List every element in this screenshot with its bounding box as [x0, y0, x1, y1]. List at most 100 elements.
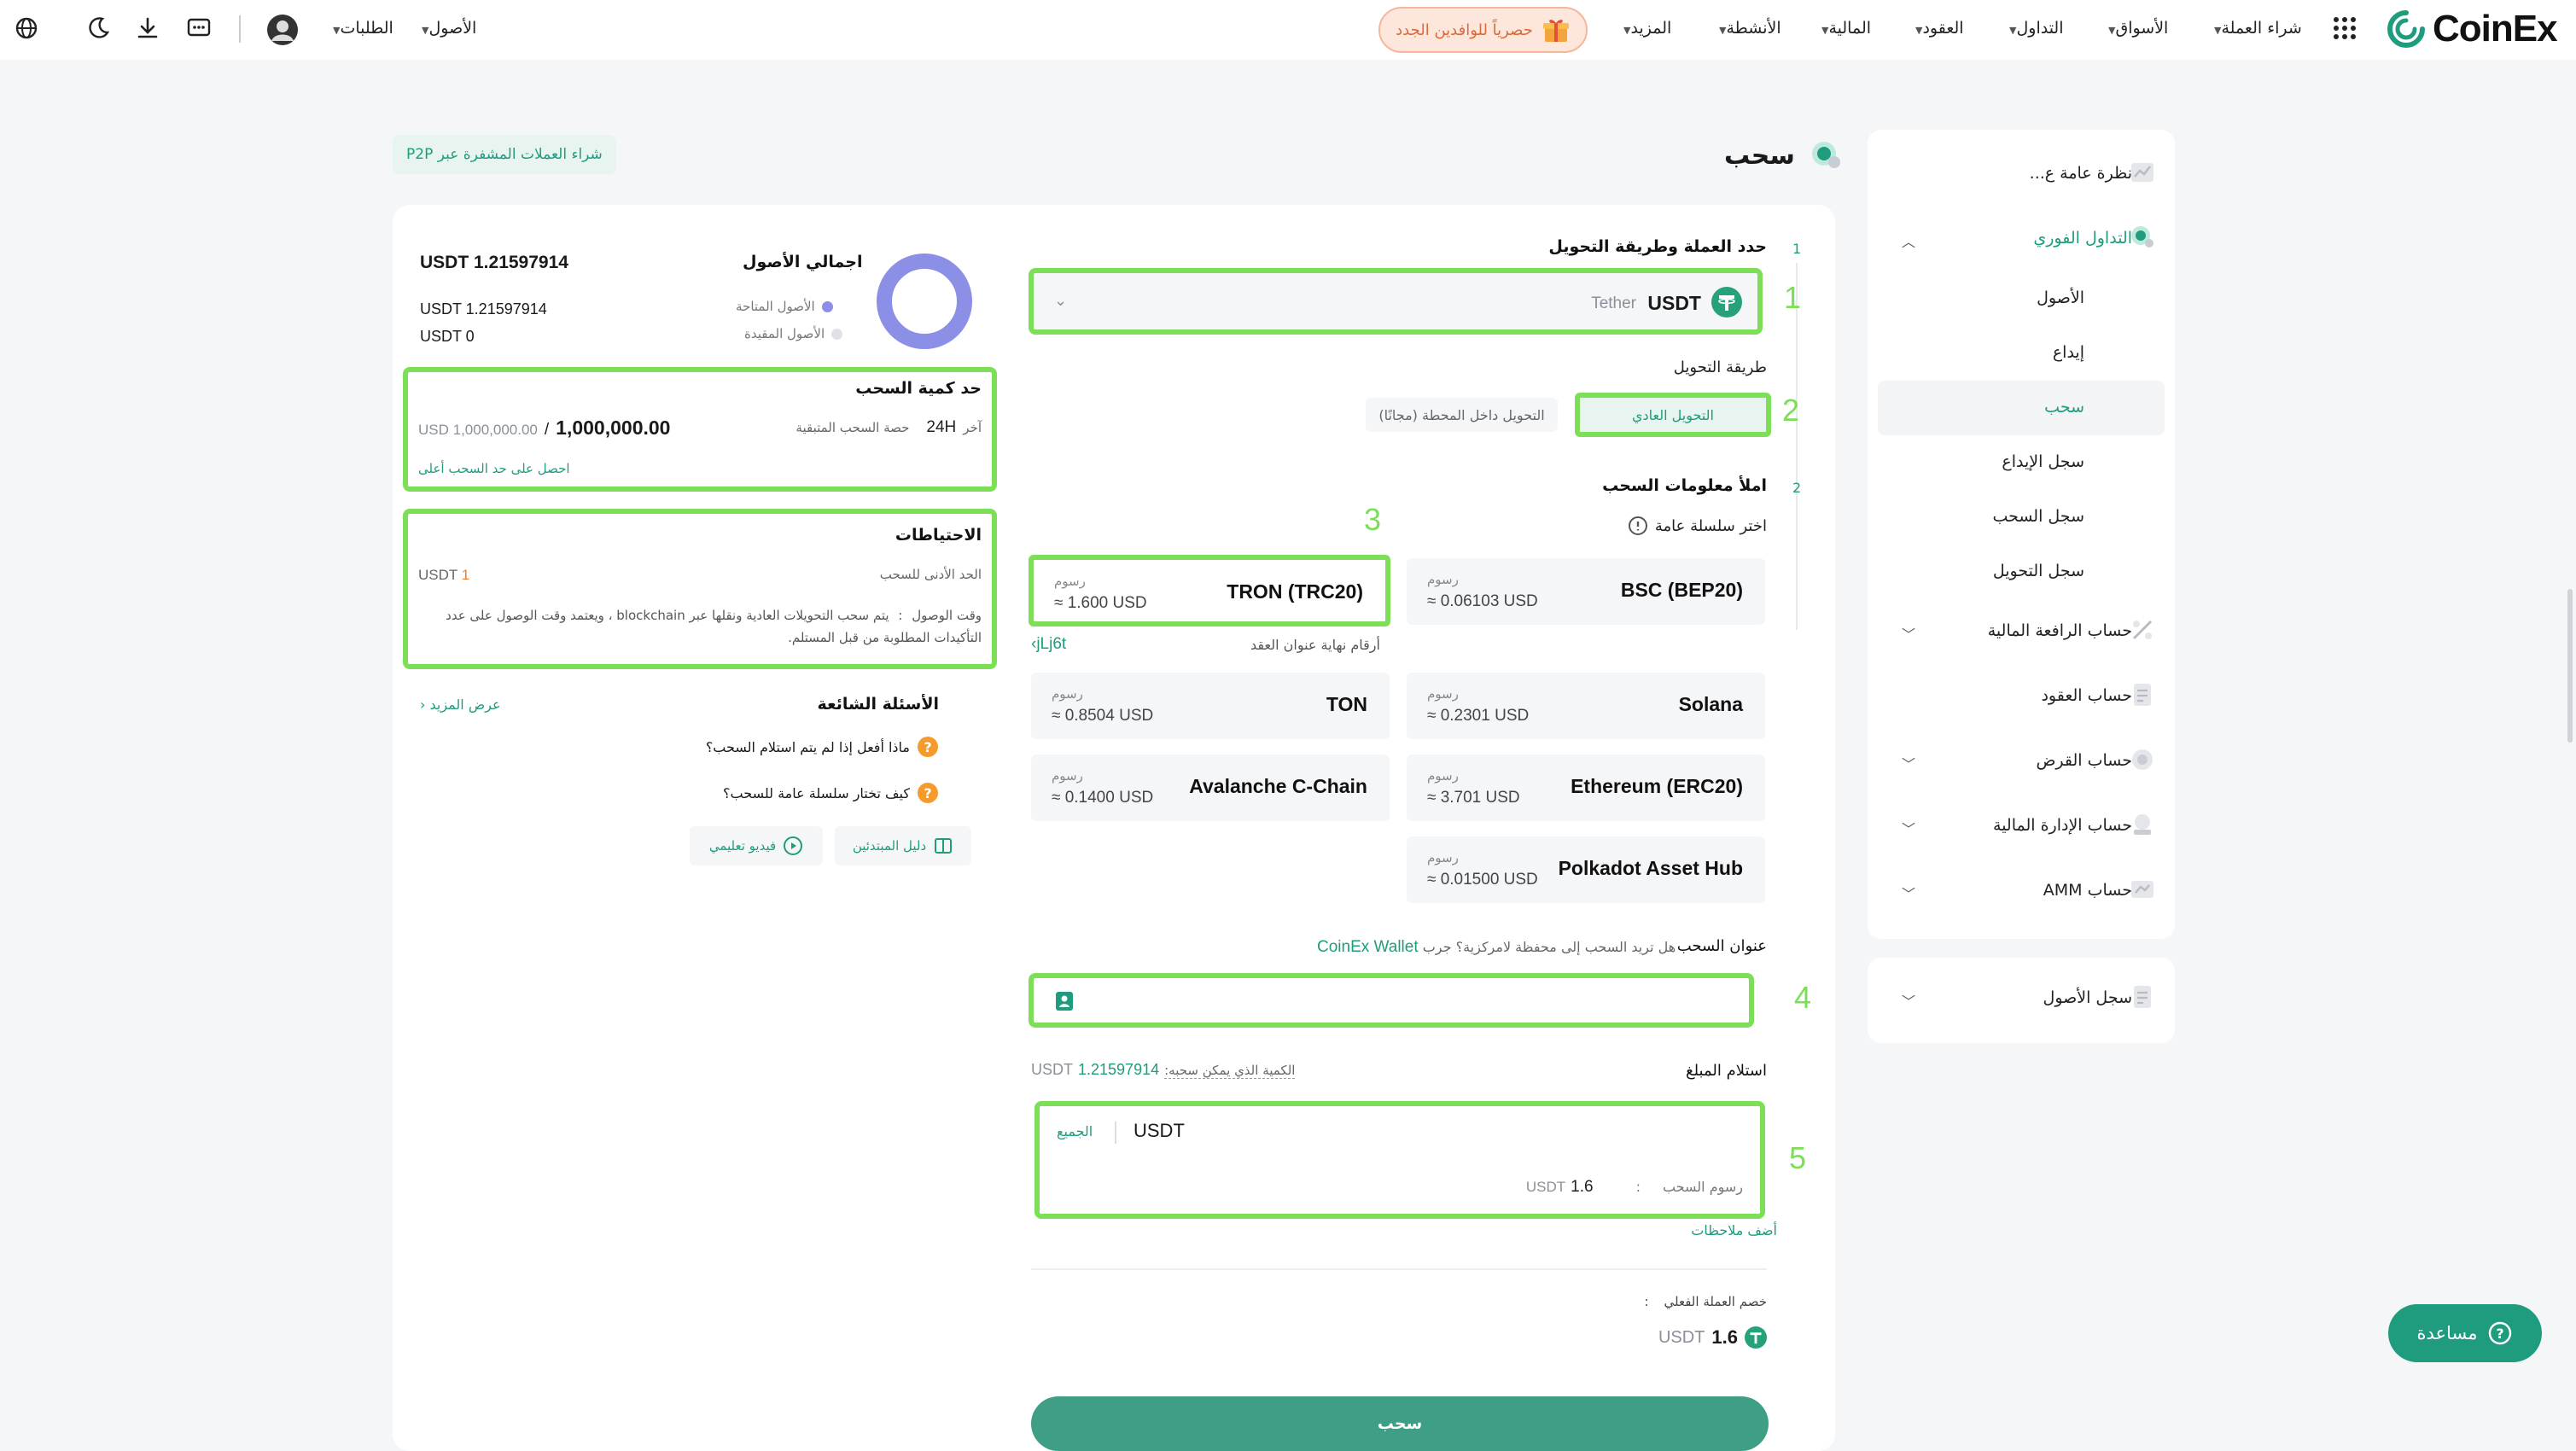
coinex-wallet-link[interactable]: CoinEx Wallet [1317, 938, 1419, 956]
submit-withdraw-button[interactable]: سحب [1031, 1396, 1769, 1451]
sidebar-item-assets[interactable]: الأصول [2037, 288, 2084, 307]
coin-symbol: USDT [1647, 292, 1701, 314]
chain-name: BSC (BEP20) [1620, 579, 1743, 601]
apps-grid-icon[interactable] [2332, 15, 2357, 41]
chain-option-avalanche[interactable]: Avalanche C-Chain رسوم ≈ 0.1400 USD [1031, 755, 1390, 821]
sidebar-item-futures-account[interactable]: حساب العقود [2041, 686, 2132, 705]
chevron-down-icon[interactable]: ﹀ [1902, 990, 1915, 1011]
method-normal-tab[interactable]: التحويل العادي [1575, 393, 1771, 437]
sidebar-item-loan[interactable]: حساب القرض [2036, 751, 2132, 770]
avatar[interactable] [266, 14, 299, 46]
precautions-title: الاحتياطات [895, 526, 982, 545]
video-label: فيديو تعليمي [708, 838, 777, 854]
chain-option-tron[interactable]: TRON (TRC20) رسوم ≈ 1.600 USD [1029, 555, 1390, 626]
info-icon[interactable] [1628, 516, 1648, 536]
chevron-down-icon[interactable]: ﹀ [1902, 818, 1915, 838]
faq-more-label: عرض المزيد [429, 696, 501, 713]
chain-option-bsc[interactable]: BSC (BEP20) رسوم ≈ 0.06103 USD [1407, 558, 1765, 625]
nav-trade[interactable]: التداول▼ [2006, 19, 2064, 38]
faq-item-1[interactable]: ? ماذا أفعل إذا لم يتم استلام السحب؟ [706, 736, 939, 758]
divider [1115, 1122, 1116, 1144]
assets-ring-chart [877, 253, 972, 349]
contract-suffix-link[interactable]: ‹jLj6t [1031, 635, 1066, 654]
chain-option-solana[interactable]: Solana رسوم ≈ 0.2301 USD [1407, 673, 1765, 739]
page-header: سحب [1724, 137, 1845, 174]
sidebar-item-withdraw-history[interactable]: سجل السحب [1992, 507, 2084, 526]
higher-limit-link[interactable]: احصل على حد السحب أعلى [418, 461, 570, 476]
available-label-text: الأصول المتاحة [736, 299, 815, 314]
chain-option-ton[interactable]: TON رسوم ≈ 0.8504 USD [1031, 673, 1390, 739]
fee-row-colon: : [1635, 1179, 1641, 1195]
help-button[interactable]: ? مساعدة [2388, 1304, 2542, 1362]
sidebar-item-overview[interactable]: نظرة عامة ع... [2030, 164, 2132, 183]
sidebar-item-margin[interactable]: حساب الرافعة المالية [1988, 621, 2132, 640]
chain-option-ethereum[interactable]: Ethereum (ERC20) رسوم ≈ 3.701 USD [1407, 755, 1765, 821]
withdrawable-value: 1.21597914 [1078, 1061, 1160, 1078]
period-value: 24H [926, 418, 957, 436]
page-scrollbar[interactable] [2567, 589, 2573, 743]
language-globe-icon[interactable] [14, 15, 39, 41]
min-withdraw-label: الحد الأدنى للسحب [879, 567, 982, 582]
download-icon[interactable] [135, 15, 160, 41]
sidebar-item-transfer-history[interactable]: سجل التحويل [1993, 562, 2084, 580]
chevron-down-icon[interactable]: ﹀ [1902, 883, 1915, 903]
play-icon [784, 836, 803, 855]
limit-sep: / [544, 421, 550, 439]
address-input[interactable] [1029, 973, 1754, 1028]
coinex-logo-icon [2387, 10, 2425, 48]
faq-question: كيف تختار سلسلة عامة للسحب؟ [723, 784, 910, 801]
method-internal-tab[interactable]: التحويل داخل المحطة (مجانًا) [1366, 398, 1558, 432]
chevron-up-icon[interactable]: ︿ [1902, 230, 1915, 251]
nav-more[interactable]: المزيد▼ [1620, 19, 1671, 38]
all-amount-button[interactable]: الجميع [1057, 1123, 1093, 1139]
p2p-buy-link[interactable]: شراء العملات المشفرة عبر P2P [393, 135, 616, 174]
fee-label: رسوم [1427, 768, 1459, 784]
sidebar-item-asset-history[interactable]: سجل الأصول [2043, 988, 2132, 1007]
sidebar-item-deposit[interactable]: إيداع [2053, 343, 2084, 362]
chevron-down-icon[interactable]: ﹀ [1902, 753, 1915, 773]
nav-label: شراء العملة [2221, 19, 2302, 38]
brand-logo[interactable]: CoinEx [2387, 8, 2558, 50]
sidebar-item-label: الأصول [2037, 288, 2084, 307]
message-icon[interactable] [186, 15, 212, 41]
sidebar-item-amm[interactable]: حساب AMM [2043, 881, 2132, 900]
actual-unit: USDT [1658, 1327, 1705, 1347]
chain-option-polkadot[interactable]: Polkadot Asset Hub رسوم ≈ 0.01500 USD [1407, 836, 1765, 903]
nav-label: العقود [1922, 19, 1964, 38]
nav-activities[interactable]: الأنشطة▼ [1716, 19, 1781, 38]
withdraw-limit-box: حد كمية السحب آخر 24H حصة السحب المتبقية… [403, 367, 997, 492]
nav-orders[interactable]: الطلبات▼ [329, 19, 393, 38]
coin-select[interactable]: USDT Tether ⌄ [1029, 268, 1763, 335]
wealth-icon [2134, 814, 2151, 835]
precautions-box: الاحتياطات الحد الأدنى للسحب USDT 1 وقت … [403, 509, 997, 669]
address-label: عنوان السحب [1676, 937, 1767, 955]
divider [239, 15, 241, 43]
chain-select-label: اختر سلسلة عامة [1628, 516, 1767, 536]
new-user-promo-button[interactable]: حصرياً للوافدين الجدد [1378, 7, 1588, 53]
nav-assets[interactable]: الأصول▼ [418, 19, 476, 38]
chevron-down-icon[interactable]: ﹀ [1902, 623, 1915, 644]
nav-markets[interactable]: الأسواق▼ [2105, 19, 2168, 38]
add-note-link[interactable]: أضف ملاحظات [1691, 1222, 1777, 1238]
nav-finance[interactable]: المالية▼ [1818, 19, 1871, 38]
sidebar-item-deposit-history[interactable]: سجل الإيداع [2002, 452, 2084, 471]
withdrawable-label: الكمية الذي يمكن سحبه: [1164, 1063, 1296, 1079]
sidebar-item-spot[interactable]: التداول الفوري [2033, 229, 2132, 248]
beginner-guide-button[interactable]: دليل المبتدئين [835, 826, 971, 865]
amount-input-box[interactable]: USDT الجميع رسوم السحب: 1.6 USDT [1034, 1101, 1765, 1219]
nav-buy-crypto[interactable]: شراء العملة▼ [2211, 19, 2302, 38]
svg-text:?: ? [924, 785, 931, 801]
tether-icon [1745, 1326, 1767, 1349]
address-book-icon[interactable] [1054, 990, 1075, 1012]
chevron-down-icon[interactable]: ⌄ [1054, 292, 1067, 310]
faq-item-2[interactable]: ? كيف تختار سلسلة عامة للسحب؟ [723, 782, 939, 804]
chain-name: Solana [1678, 693, 1743, 715]
faq-more-link[interactable]: عرض المزيد ‹ [420, 696, 501, 713]
sidebar-item-withdraw[interactable]: سحب [2044, 398, 2084, 417]
nav-futures[interactable]: العقود▼ [1912, 19, 1964, 38]
sidebar-item-wealth[interactable]: حساب الإدارة المالية [1993, 816, 2132, 835]
history-document-icon [2134, 986, 2151, 1008]
sidebar-active-bg [1878, 381, 2165, 435]
video-tutorial-button[interactable]: فيديو تعليمي [690, 826, 823, 865]
dark-mode-moon-icon[interactable] [85, 15, 111, 41]
